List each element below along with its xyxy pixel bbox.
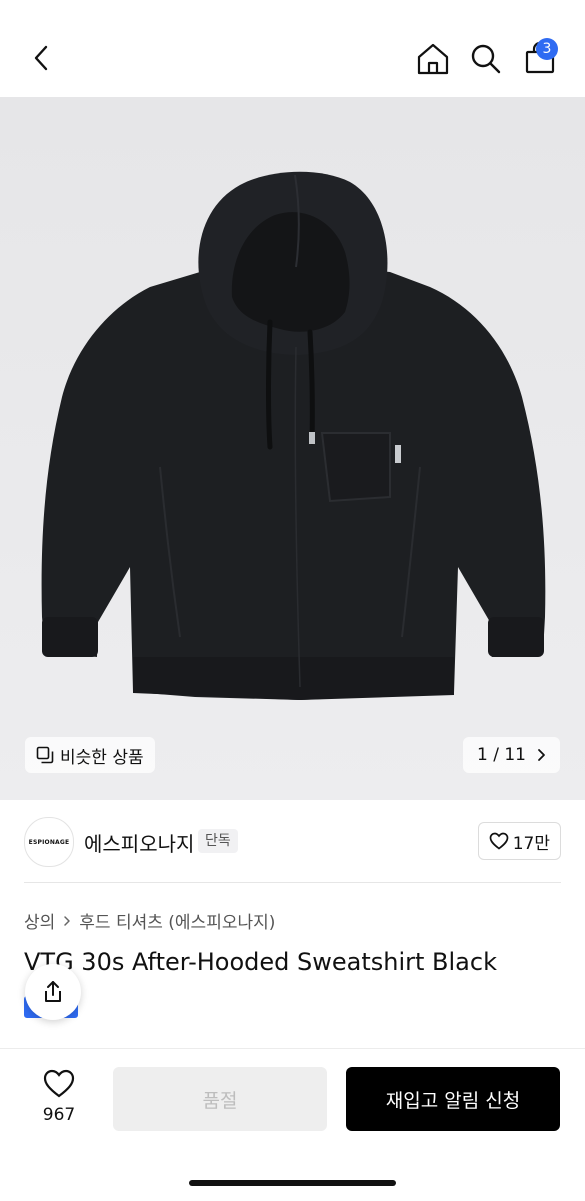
image-pager-label: 1 / 11 <box>477 745 526 765</box>
search-icon <box>471 44 501 74</box>
breadcrumb: 상의 후드 티셔츠 (에스피오나지) <box>24 908 275 933</box>
breadcrumb-subcategory[interactable]: 후드 티셔츠 (에스피오나지) <box>79 908 275 933</box>
restock-alert-button[interactable]: 재입고 알림 신청 <box>346 1067 560 1131</box>
search-button[interactable] <box>466 38 506 78</box>
product-image-carousel[interactable]: 비슷한 상품 1 / 11 <box>0 97 585 800</box>
home-icon <box>417 43 449 75</box>
product-image <box>41 171 546 700</box>
breadcrumb-category[interactable]: 상의 <box>24 908 55 933</box>
brand-row[interactable]: ESPIONAGE 에스피오나지 단독 17만 <box>0 800 585 882</box>
soldout-button: 품절 <box>113 1067 327 1131</box>
heart-icon <box>489 832 509 850</box>
image-pager[interactable]: 1 / 11 <box>463 737 560 773</box>
brand-logo[interactable]: ESPIONAGE <box>24 817 74 867</box>
chevron-right-icon <box>64 915 71 926</box>
divider <box>24 882 561 883</box>
chevron-right-icon <box>538 749 545 761</box>
product-title: VTG 30s After-Hooded Sweatshirt Black <box>24 948 497 976</box>
brand-logo-text: ESPIONAGE <box>28 838 70 846</box>
brand-like-count: 17만 <box>512 833 550 854</box>
bottom-action-bar: 967 품절 재입고 알림 신청 <box>0 1048 585 1201</box>
wishlist-button[interactable]: 967 <box>24 1069 94 1125</box>
chevron-left-icon <box>34 45 48 71</box>
copy-icon <box>36 746 54 764</box>
wishlist-count: 967 <box>42 1105 76 1125</box>
brand-name[interactable]: 에스피오나지 <box>84 828 194 857</box>
home-button[interactable] <box>413 38 453 78</box>
similar-products-button[interactable]: 비슷한 상품 <box>25 737 155 773</box>
back-button[interactable] <box>22 38 62 78</box>
cart-count-badge: 3 <box>536 38 558 60</box>
heart-icon <box>43 1069 75 1098</box>
top-bar: 3 <box>0 0 585 97</box>
share-button[interactable] <box>25 964 81 1020</box>
share-icon <box>45 981 61 1002</box>
brand-like-button[interactable]: 17만 <box>477 822 561 860</box>
home-indicator <box>189 1180 396 1186</box>
exclusive-badge: 단독 <box>198 829 238 853</box>
similar-products-label: 비슷한 상품 <box>60 747 144 768</box>
